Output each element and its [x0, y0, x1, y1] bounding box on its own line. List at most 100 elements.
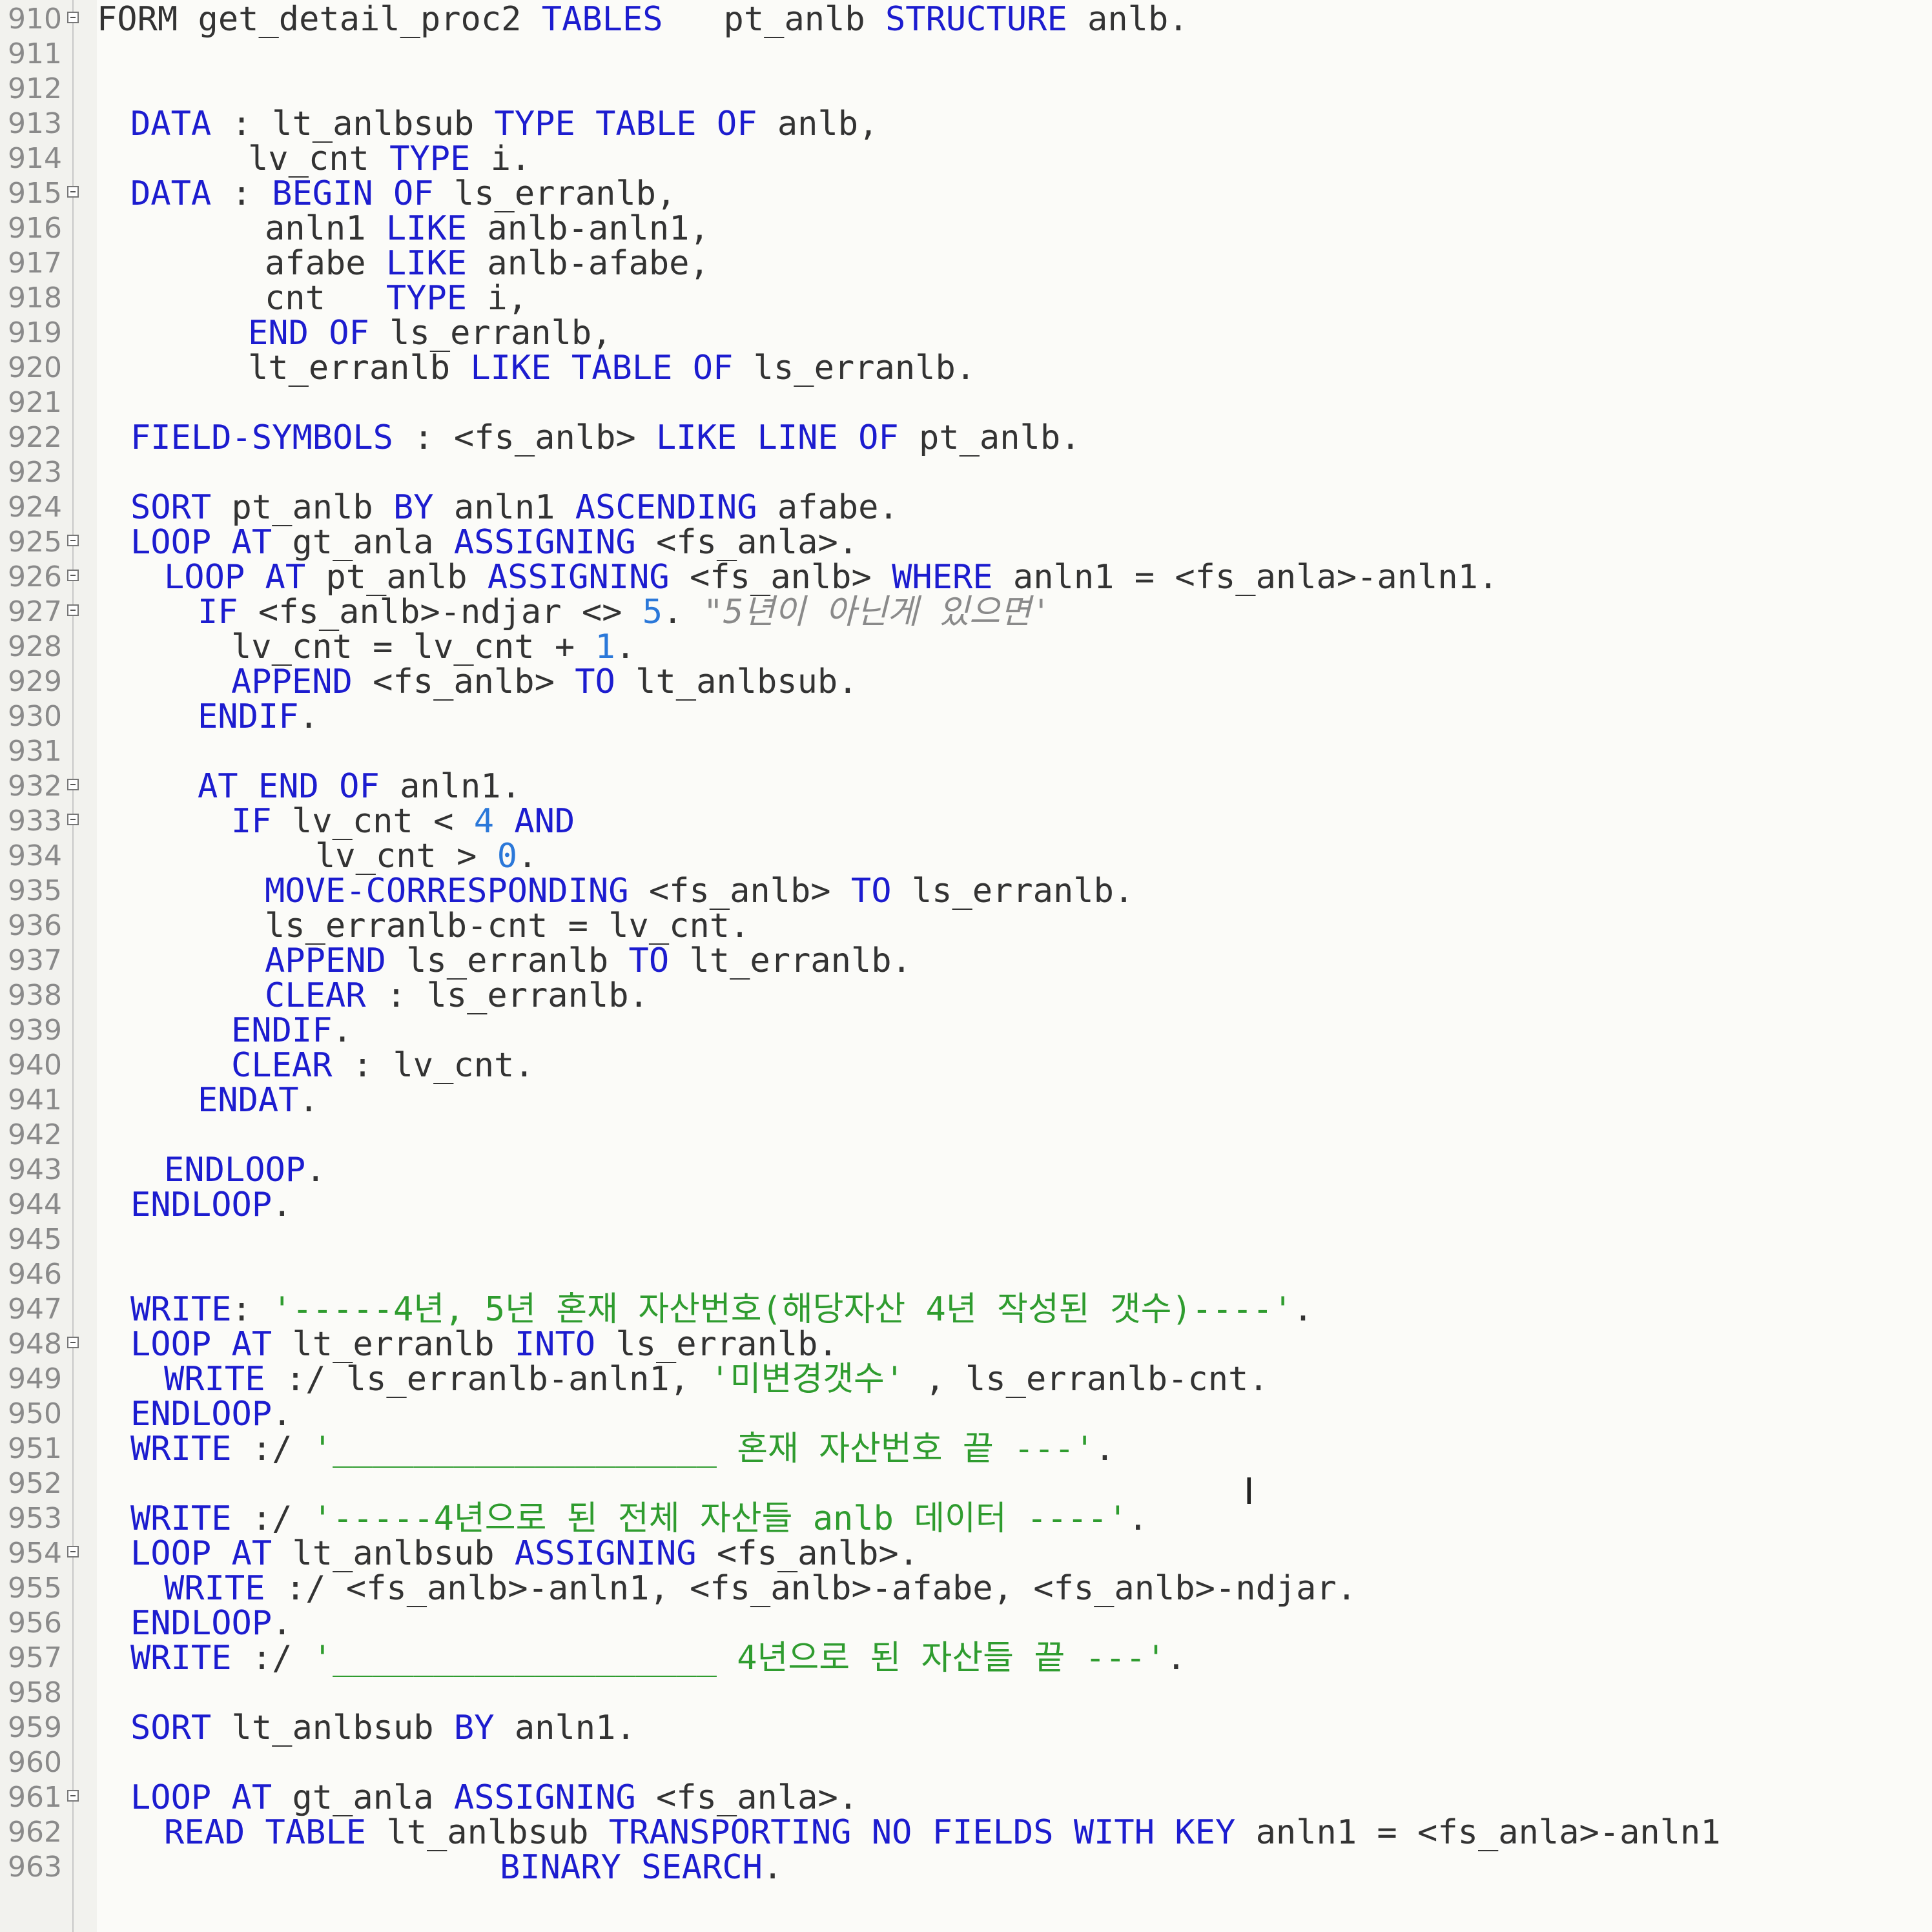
fold-minus-icon[interactable] [67, 1790, 79, 1802]
code-line[interactable]: 959 SORT lt_anlbsub BY anln1. [0, 1710, 1932, 1746]
keyword-token: BEGIN OF [272, 174, 434, 213]
code-line[interactable]: 928 lv_cnt = lv_cnt + 1. [0, 629, 1932, 665]
code-line[interactable]: 953 WRITE :/ '-----4년으로 된 전체 자산들 anlb 데이터… [0, 1501, 1932, 1537]
code-line[interactable]: 947 WRITE: '-----4년, 5년 혼재 자산번호(해당자산 4년 작… [0, 1291, 1932, 1328]
code-text: afabe LIKE anlb-afabe, [265, 245, 710, 282]
line-number: 960 [8, 1746, 62, 1779]
code-line[interactable]: 948 LOOP AT lt_erranlb INTO ls_erranlb. [0, 1326, 1932, 1362]
keyword-token: TO [850, 872, 892, 910]
fold-minus-icon[interactable] [67, 535, 79, 546]
code-line[interactable]: 929 APPEND <fs_anlb> TO lt_anlbsub. [0, 664, 1932, 700]
code-line[interactable]: 916 anln1 LIKE anlb-anln1, [0, 211, 1932, 247]
line-number: 939 [8, 1014, 62, 1047]
keyword-token: APPEND [231, 663, 353, 701]
identifier-token: <fs_anlb>-ndjar <> [238, 593, 642, 632]
code-line[interactable]: 957 WRITE :/ '___________________ 4년으로 된 … [0, 1640, 1932, 1676]
code-line[interactable]: 960 [0, 1745, 1932, 1781]
identifier-token: anln1 [433, 488, 575, 527]
code-line[interactable]: 961 LOOP AT gt_anla ASSIGNING <fs_anla>. [0, 1780, 1932, 1816]
comment-token: "5년이 아닌게 있으면' [703, 593, 1051, 632]
code-line[interactable]: 923 [0, 455, 1932, 491]
keyword-token: WRITE [164, 1360, 265, 1399]
line-number: 950 [8, 1397, 62, 1430]
identifier-token: afabe. [757, 488, 899, 527]
fold-minus-icon[interactable] [67, 186, 79, 198]
code-line[interactable]: 925 LOOP AT gt_anla ASSIGNING <fs_anla>. [0, 524, 1932, 560]
line-number: 941 [8, 1084, 62, 1116]
code-line[interactable]: 937 APPEND ls_erranlb TO lt_erranlb. [0, 943, 1932, 979]
code-line[interactable]: 933 IF lv_cnt < 4 AND [0, 803, 1932, 839]
code-line[interactable]: 951 WRITE :/ '___________________ 혼재 자산번호… [0, 1431, 1932, 1467]
fold-minus-icon[interactable] [67, 604, 79, 616]
code-line[interactable]: 927 IF <fs_anlb>-ndjar <> 5. "5년이 아닌게 있으면… [0, 594, 1932, 630]
code-line[interactable]: 944 ENDLOOP. [0, 1187, 1932, 1223]
identifier-token: gt_anla [272, 523, 454, 562]
code-line[interactable]: 911 [0, 36, 1932, 72]
code-line[interactable]: 915 DATA : BEGIN OF ls_erranlb, [0, 176, 1932, 212]
fold-minus-icon[interactable] [67, 1546, 79, 1557]
code-line[interactable]: 914 lv_cnt TYPE i. [0, 141, 1932, 177]
identifier-token: : [211, 174, 272, 213]
identifier-token: . [332, 1011, 353, 1050]
code-line[interactable]: 954 LOOP AT lt_anlbsub ASSIGNING <fs_anlb… [0, 1536, 1932, 1572]
code-line[interactable]: 918 cnt TYPE i, [0, 280, 1932, 316]
line-number: 947 [8, 1293, 62, 1326]
code-line[interactable]: 924 SORT pt_anlb BY anln1 ASCENDING afabe… [0, 489, 1932, 526]
keyword-token: TABLES [541, 0, 663, 39]
code-line[interactable]: 912 [0, 71, 1932, 107]
code-line[interactable]: 921 [0, 385, 1932, 421]
code-line[interactable]: 946 [0, 1257, 1932, 1293]
code-line[interactable]: 931 [0, 734, 1932, 770]
identifier-token: lt_anlbsub [366, 1813, 609, 1852]
keyword-token: DATA [130, 105, 212, 143]
code-line[interactable]: 950 ENDLOOP. [0, 1396, 1932, 1432]
code-line[interactable]: 920 lt_erranlb LIKE TABLE OF ls_erranlb. [0, 350, 1932, 386]
keyword-token: CLEAR [265, 976, 366, 1015]
line-number: 963 [8, 1851, 62, 1884]
code-line[interactable]: 935 MOVE-CORRESPONDING <fs_anlb> TO ls_er… [0, 873, 1932, 909]
code-line[interactable]: 926 LOOP AT pt_anlb ASSIGNING <fs_anlb> W… [0, 559, 1932, 595]
code-line[interactable]: 955 WRITE :/ <fs_anlb>-anln1, <fs_anlb>-a… [0, 1570, 1932, 1607]
code-line[interactable]: 930 ENDIF. [0, 699, 1932, 735]
code-line[interactable]: 962 READ TABLE lt_anlbsub TRANSPORTING NO… [0, 1814, 1932, 1851]
fold-minus-icon[interactable] [67, 779, 79, 790]
code-line[interactable]: 913 DATA : lt_anlbsub TYPE TABLE OF anlb, [0, 106, 1932, 142]
fold-minus-icon[interactable] [67, 12, 79, 23]
code-line[interactable]: 932 AT END OF anln1. [0, 768, 1932, 805]
keyword-token: BY [393, 488, 434, 527]
code-line[interactable]: 952 [0, 1466, 1932, 1502]
identifier-token: : [231, 1290, 272, 1329]
code-line[interactable]: 938 CLEAR : ls_erranlb. [0, 978, 1932, 1014]
code-line[interactable]: 956 ENDLOOP. [0, 1605, 1932, 1641]
keyword-token: IF [198, 593, 238, 632]
code-line[interactable]: 942 [0, 1117, 1932, 1153]
code-line[interactable]: 934 lv_cnt > 0. [0, 838, 1932, 874]
keyword-token: LIKE [385, 244, 468, 283]
code-line[interactable]: 941 ENDAT. [0, 1082, 1932, 1118]
identifier-token: <fs_anlb>. [696, 1534, 919, 1573]
keyword-token: WRITE [130, 1290, 232, 1329]
identifier-token: anln1. [379, 767, 521, 806]
code-text: ENDLOOP. [130, 1396, 292, 1432]
code-line[interactable]: 943 ENDLOOP. [0, 1152, 1932, 1188]
code-line[interactable]: 963 BINARY SEARCH. [0, 1849, 1932, 1886]
fold-minus-icon[interactable] [67, 1337, 79, 1348]
line-number: 923 [8, 456, 62, 489]
code-line[interactable]: 940 CLEAR : lv_cnt. [0, 1047, 1932, 1084]
code-line[interactable]: 936 ls_erranlb-cnt = lv_cnt. [0, 908, 1932, 944]
code-line[interactable]: 917 afabe LIKE anlb-afabe, [0, 245, 1932, 282]
identifier-token: anlb. [1067, 0, 1189, 39]
code-line[interactable]: 958 [0, 1675, 1932, 1711]
code-line[interactable]: 945 [0, 1222, 1932, 1258]
code-editor[interactable]: 910 FORM get_detail_proc2 TABLES pt_anlb … [0, 0, 1932, 1932]
keyword-token: WRITE [130, 1639, 232, 1678]
identifier-token: ls_erranlb. [733, 349, 976, 387]
code-line[interactable]: 922 FIELD-SYMBOLS : <fs_anlb> LIKE LINE O… [0, 420, 1932, 456]
code-line[interactable]: 939 ENDIF. [0, 1012, 1932, 1049]
code-line[interactable]: 919 END OF ls_erranlb, [0, 315, 1932, 351]
fold-minus-icon[interactable] [67, 570, 79, 581]
code-line[interactable]: 949 WRITE :/ ls_erranlb-anln1, '미변경갯수' , … [0, 1361, 1932, 1397]
code-text: FORM get_detail_proc2 TABLES pt_anlb STR… [97, 1, 1189, 37]
fold-minus-icon[interactable] [67, 814, 79, 825]
code-line[interactable]: 910 FORM get_detail_proc2 TABLES pt_anlb … [0, 1, 1932, 37]
